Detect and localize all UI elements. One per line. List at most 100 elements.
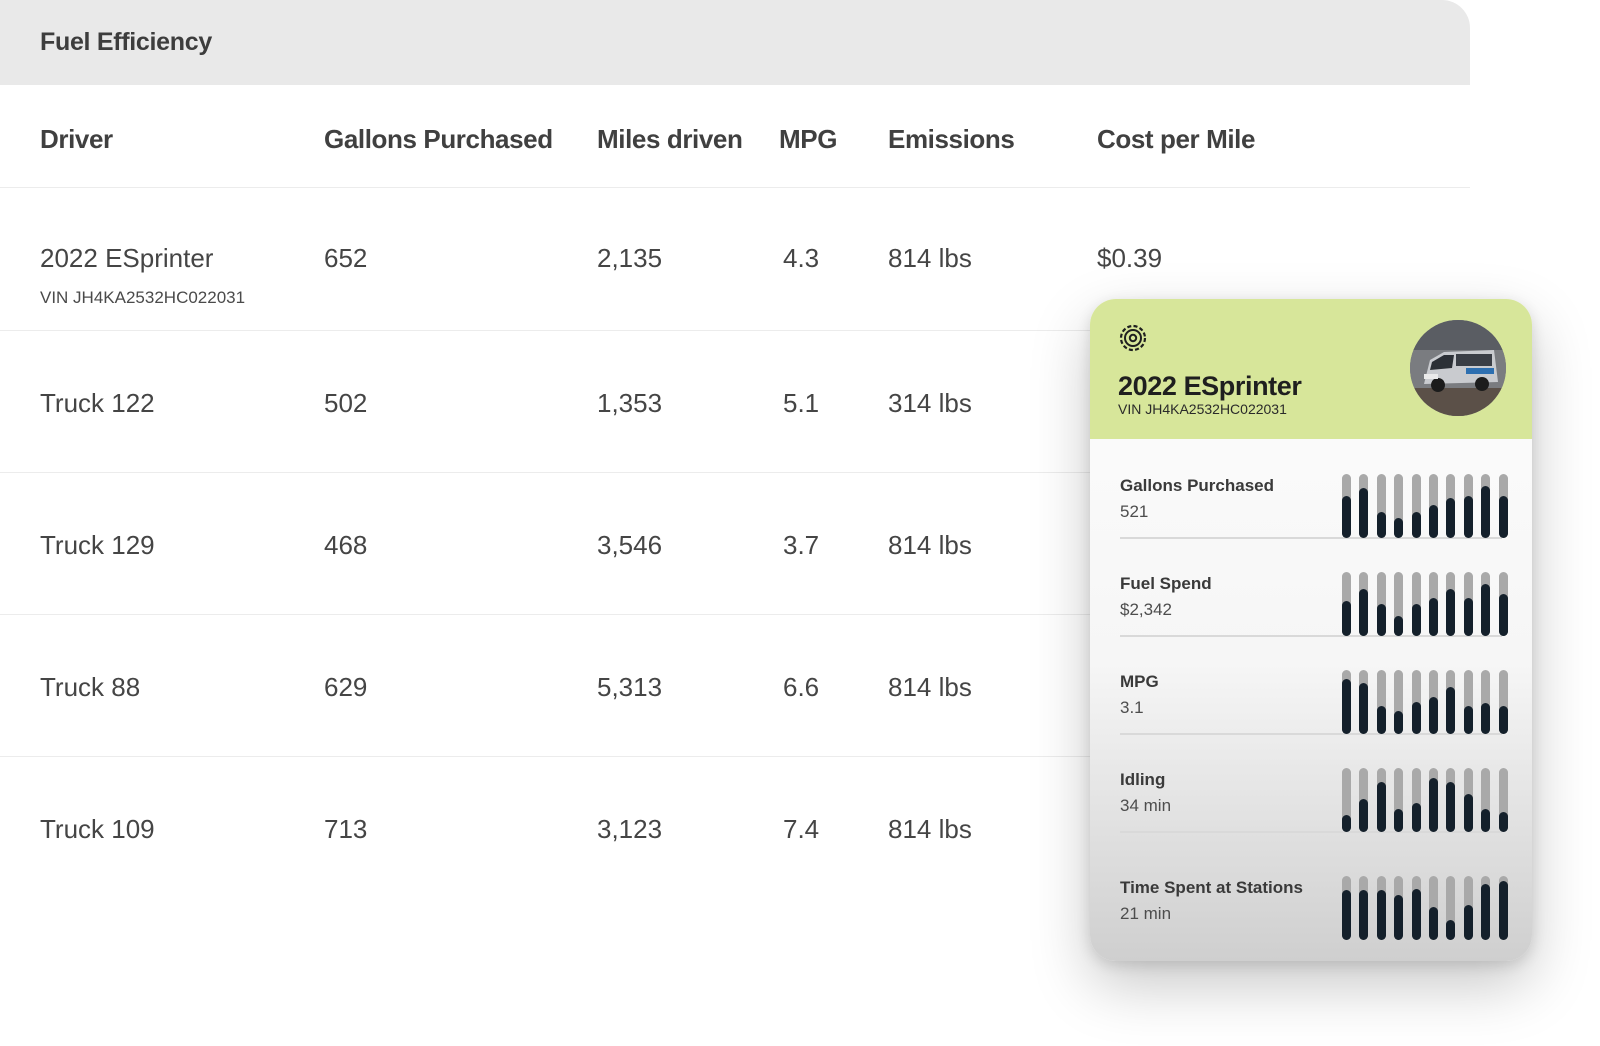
sparkbar <box>1463 572 1473 636</box>
sparkbar-fill <box>1463 598 1473 636</box>
sparkbar <box>1481 670 1491 734</box>
sparkbar <box>1498 474 1508 538</box>
sparkbar-fill <box>1498 812 1508 832</box>
sparkbar-fill <box>1411 889 1421 940</box>
vehicle-detail-card[interactable]: 2022 ESprinter VIN JH4KA2532HC022031 Gal… <box>1090 299 1532 961</box>
sparkbar-fill <box>1376 706 1386 734</box>
metric-label: MPG <box>1120 672 1159 691</box>
sparkbar-fill <box>1342 601 1351 636</box>
sparkbar-fill <box>1342 890 1351 940</box>
sparkbar-fill <box>1429 907 1438 940</box>
sparkbar <box>1342 670 1351 734</box>
metric-value: 34 min <box>1120 796 1172 815</box>
sparkbar <box>1342 572 1351 636</box>
sparkbar <box>1429 670 1438 734</box>
miles-value: 3,123 <box>597 814 663 844</box>
emissions-value: 814 lbs <box>888 243 972 273</box>
sparkbar <box>1429 572 1438 636</box>
sparkbar-fill <box>1429 505 1438 538</box>
sparkbar <box>1481 768 1491 832</box>
metric-value: 521 <box>1120 502 1149 521</box>
metric-row[interactable]: MPG 3.1 <box>1120 635 1508 735</box>
sparkbar <box>1359 876 1369 940</box>
sparkbar <box>1446 876 1456 940</box>
emissions-value: 314 lbs <box>888 388 972 418</box>
sparkbar-fill <box>1481 486 1491 538</box>
sparkbar <box>1376 876 1386 940</box>
emissions-value: 814 lbs <box>888 814 972 844</box>
sparkbar-chart <box>1342 572 1508 636</box>
cost-value: $0.39 <box>1097 243 1163 273</box>
sparkbar <box>1411 474 1421 538</box>
metric-row[interactable]: Idling 34 min <box>1120 733 1508 833</box>
sparkbar-fill <box>1463 706 1473 734</box>
sparkbar <box>1394 768 1404 832</box>
sparkbar-fill <box>1411 702 1421 734</box>
sparkbar <box>1498 768 1508 832</box>
card-vin: VIN JH4KA2532HC022031 <box>1118 401 1287 417</box>
column-header-driver[interactable]: Driver <box>40 124 113 155</box>
sparkbar-chart <box>1342 876 1508 940</box>
driver-name: 2022 ESprinter <box>40 243 214 273</box>
metric-row[interactable]: Fuel Spend $2,342 <box>1120 537 1508 637</box>
sparkbar <box>1498 572 1508 636</box>
sparkbar <box>1463 876 1473 940</box>
sparkbar-fill <box>1481 809 1491 832</box>
sparkbar-fill <box>1359 890 1369 940</box>
driver-name: Truck 88 <box>40 672 141 702</box>
sparkbar-fill <box>1463 905 1473 940</box>
sparkbar <box>1429 768 1438 832</box>
sparkbar-fill <box>1411 604 1421 636</box>
column-header-mpg[interactable]: MPG <box>779 124 837 155</box>
mpg-value: 3.7 <box>783 530 820 560</box>
driver-name: Truck 109 <box>40 814 155 844</box>
sparkbar-fill <box>1394 518 1404 538</box>
sparkbar-fill <box>1429 697 1438 734</box>
sparkbar <box>1394 572 1404 636</box>
sparkbar <box>1376 474 1386 538</box>
sparkbar <box>1463 474 1473 538</box>
sparkbar-fill <box>1394 895 1404 940</box>
gear-icon[interactable] <box>1118 323 1148 353</box>
sparkbar-chart <box>1342 670 1508 734</box>
sparkbar <box>1411 768 1421 832</box>
sparkbar-fill <box>1394 711 1404 734</box>
sparkbar <box>1411 876 1421 940</box>
column-header-gallons[interactable]: Gallons Purchased <box>324 124 553 155</box>
sparkbar-fill <box>1411 803 1421 832</box>
sparkbar <box>1359 670 1369 734</box>
sparkbar <box>1342 768 1351 832</box>
miles-value: 2,135 <box>597 243 663 273</box>
sparkbar <box>1359 768 1369 832</box>
mpg-value: 7.4 <box>783 814 820 844</box>
metric-row[interactable]: Gallons Purchased 521 <box>1120 439 1508 539</box>
miles-value: 1,353 <box>597 388 663 418</box>
metric-label: Idling <box>1120 770 1166 789</box>
sparkbar-fill <box>1342 815 1351 832</box>
sparkbar-fill <box>1359 683 1369 734</box>
sparkbar <box>1498 670 1508 734</box>
sparkbar-fill <box>1429 778 1438 832</box>
sparkbar <box>1498 876 1508 940</box>
sparkbar-fill <box>1429 598 1438 636</box>
sparkbar <box>1359 572 1369 636</box>
sparkbar-fill <box>1446 589 1456 636</box>
gallons-value: 468 <box>324 530 368 560</box>
table-header: Driver Gallons Purchased Miles driven MP… <box>0 85 1470 188</box>
column-header-miles[interactable]: Miles driven <box>597 124 743 155</box>
column-header-cost[interactable]: Cost per Mile <box>1097 124 1255 155</box>
sparkbar-fill <box>1446 687 1456 734</box>
sparkbar-fill <box>1376 890 1386 940</box>
sparkbar <box>1446 768 1456 832</box>
metric-row[interactable]: Time Spent at Stations 21 min <box>1120 831 1508 940</box>
emissions-value: 814 lbs <box>888 672 972 702</box>
sparkbar-fill <box>1359 488 1369 538</box>
sparkbar <box>1481 474 1491 538</box>
metric-value: 3.1 <box>1120 698 1144 717</box>
sparkbar <box>1359 474 1369 538</box>
column-header-emissions[interactable]: Emissions <box>888 124 1015 155</box>
sparkbar-fill <box>1481 584 1491 636</box>
sparkbar-fill <box>1376 512 1386 538</box>
miles-value: 5,313 <box>597 672 663 702</box>
sparkbar-fill <box>1342 679 1351 734</box>
